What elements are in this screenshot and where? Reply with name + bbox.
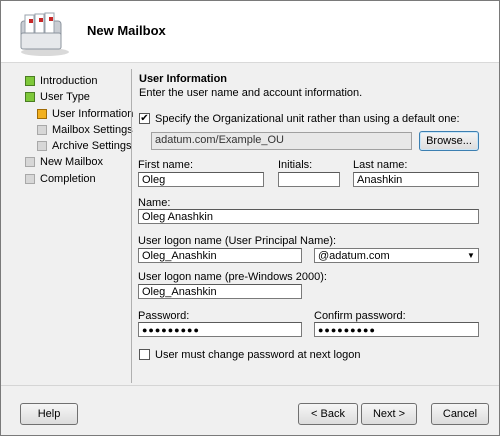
nav-step-label: User Information: [52, 108, 134, 120]
first-name-label: First name:: [138, 159, 194, 171]
nav-step-user-type[interactable]: User Type: [25, 90, 90, 104]
browse-button[interactable]: Browse...: [419, 131, 479, 151]
nav-step-label: New Mailbox: [40, 156, 103, 168]
name-input[interactable]: Oleg Anashkin: [138, 209, 479, 224]
step-complete-icon: [25, 76, 35, 86]
pre2000-input[interactable]: Oleg_Anashkin: [138, 284, 302, 299]
last-name-label: Last name:: [353, 159, 408, 171]
specify-ou-label: Specify the Organizational unit rather t…: [155, 113, 460, 125]
nav-step-introduction[interactable]: Introduction: [25, 74, 97, 88]
section-description: Enter the user name and account informat…: [139, 87, 363, 99]
step-pending-icon: [37, 125, 47, 135]
nav-step-label: Mailbox Settings: [52, 124, 133, 136]
nav-step-label: Introduction: [40, 75, 98, 87]
next-button[interactable]: Next >: [361, 403, 417, 425]
name-label: Name:: [138, 197, 171, 209]
pre2000-label: User logon name (pre-Windows 2000):: [138, 271, 327, 283]
nav-step-completion[interactable]: Completion: [25, 172, 96, 186]
new-mailbox-wizard-window: New Mailbox Introduction User Type User …: [0, 0, 500, 436]
help-button[interactable]: Help: [20, 403, 78, 425]
mailbox-wizard-icon: [20, 12, 69, 56]
nav-step-user-information[interactable]: User Information: [37, 107, 133, 121]
initials-label: Initials:: [278, 159, 313, 171]
initials-input[interactable]: [278, 172, 340, 187]
back-button[interactable]: < Back: [298, 403, 358, 425]
password-label: Password:: [138, 310, 190, 322]
step-pending-icon: [37, 141, 47, 151]
upn-input[interactable]: Oleg_Anashkin: [138, 248, 302, 263]
specify-ou-checkbox[interactable]: ✔: [139, 113, 150, 124]
nav-divider: [131, 69, 132, 383]
first-name-input[interactable]: Oleg: [138, 172, 264, 187]
nav-step-archive-settings[interactable]: Archive Settings: [37, 139, 131, 153]
change-password-label: User must change password at next logon: [155, 349, 361, 361]
upn-domain-value: @adatum.com: [318, 250, 390, 262]
wizard-title: New Mailbox: [87, 23, 166, 38]
step-current-icon: [37, 109, 47, 119]
step-pending-icon: [25, 174, 35, 184]
step-pending-icon: [25, 157, 35, 167]
step-complete-icon: [25, 92, 35, 102]
nav-step-label: Archive Settings: [52, 140, 132, 152]
section-title: User Information: [139, 73, 228, 85]
upn-label: User logon name (User Principal Name):: [138, 235, 337, 247]
footer-divider: [1, 385, 499, 386]
password-input[interactable]: ●●●●●●●●●: [138, 322, 302, 337]
last-name-input[interactable]: Anashkin: [353, 172, 479, 187]
confirm-password-input[interactable]: ●●●●●●●●●: [314, 322, 479, 337]
wizard-step-nav: Introduction User Type User Information …: [1, 63, 133, 383]
cancel-button[interactable]: Cancel: [431, 403, 489, 425]
nav-step-label: Completion: [40, 173, 96, 185]
change-password-checkbox[interactable]: [139, 349, 150, 360]
wizard-header: New Mailbox: [1, 1, 499, 63]
nav-step-mailbox-settings[interactable]: Mailbox Settings: [37, 123, 133, 137]
chevron-down-icon[interactable]: ▼: [466, 251, 476, 261]
confirm-password-label: Confirm password:: [314, 310, 406, 322]
nav-step-new-mailbox[interactable]: New Mailbox: [25, 155, 103, 169]
ou-path-field[interactable]: adatum.com/Example_OU: [151, 132, 412, 150]
nav-step-label: User Type: [40, 91, 90, 103]
upn-domain-select[interactable]: @adatum.com ▼: [314, 248, 479, 263]
